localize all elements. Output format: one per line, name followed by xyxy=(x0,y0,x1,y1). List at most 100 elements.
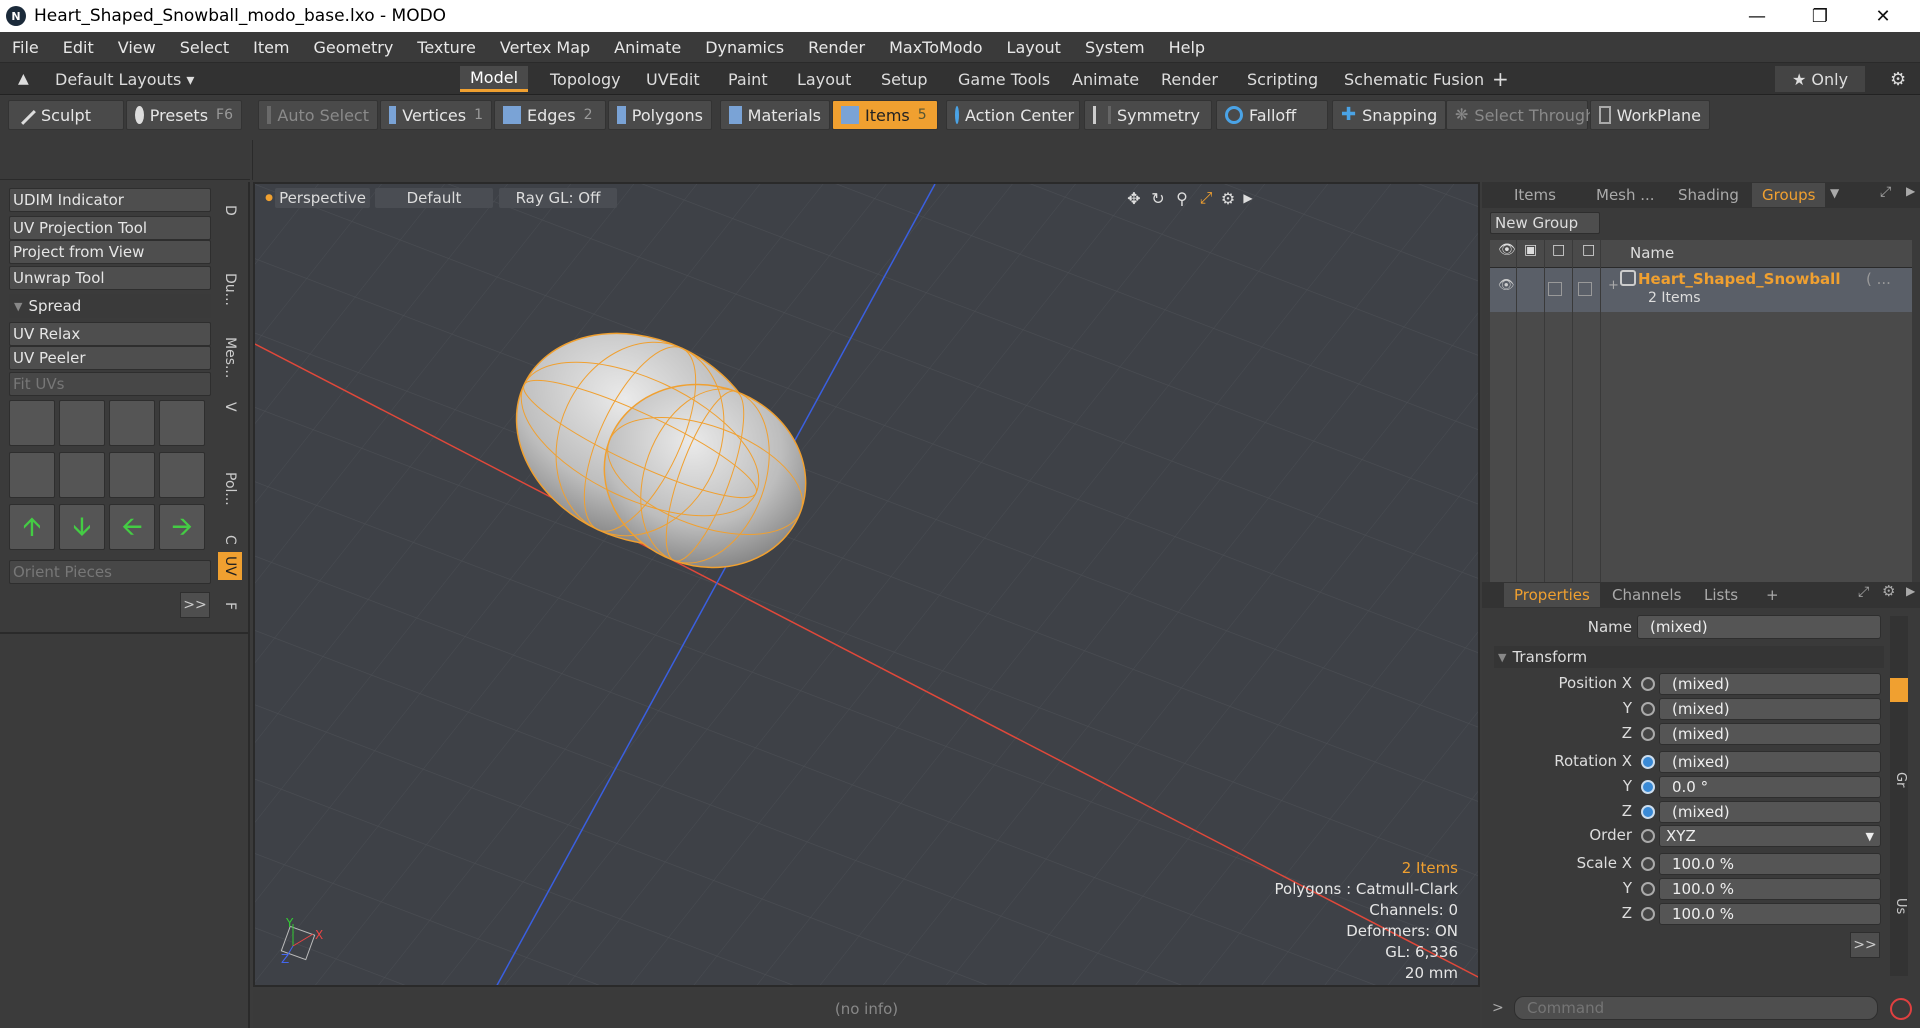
auto-select-button[interactable]: Auto Select xyxy=(258,100,378,130)
props-expand-icon[interactable]: ⤢ xyxy=(1858,584,1869,600)
unwrap-tool-button[interactable]: Unwrap Tool xyxy=(9,266,211,290)
vtab-d[interactable]: D xyxy=(218,190,242,230)
vertices-button[interactable]: Vertices 1 xyxy=(380,100,492,130)
polygons-button[interactable]: Polygons xyxy=(608,100,712,130)
more-button[interactable]: >> xyxy=(180,592,210,618)
scale-y-field[interactable]: 100.0 % xyxy=(1659,878,1881,900)
rotation-y-field[interactable]: 0.0 ° xyxy=(1659,776,1881,798)
position-z-anim-dot[interactable] xyxy=(1641,727,1655,741)
vtab-v[interactable]: V xyxy=(218,392,242,422)
pan-icon[interactable]: ✥ xyxy=(1123,188,1145,208)
position-z-field[interactable]: (mixed) xyxy=(1659,723,1881,745)
side-tab-us[interactable]: Us xyxy=(1890,898,1908,914)
vtab-poly[interactable]: Pol... xyxy=(218,464,242,514)
items-button[interactable]: Items 5 xyxy=(832,100,938,130)
menu-dynamics[interactable]: Dynamics xyxy=(693,38,796,57)
side-tab-gr[interactable]: Gr xyxy=(1890,772,1908,787)
group-row[interactable]: 👁 + Heart_Shaped_Snowball ( ... 2 Items xyxy=(1490,268,1912,312)
rotation-x-field[interactable]: (mixed) xyxy=(1659,751,1881,773)
spread-section[interactable]: ▼ Spread xyxy=(9,294,211,318)
viewport-gear-icon[interactable]: ⚙ xyxy=(1217,188,1239,208)
menu-item[interactable]: Item xyxy=(241,38,301,57)
add-tab-button[interactable]: + xyxy=(1756,583,1789,607)
add-tab-button[interactable]: + xyxy=(1482,66,1519,92)
tabs-dropdown-icon[interactable]: ▼ xyxy=(1830,186,1839,200)
tab-render[interactable]: Render xyxy=(1151,66,1228,92)
uv-pyramid-icon[interactable] xyxy=(109,452,155,498)
tab-channels[interactable]: Channels xyxy=(1602,583,1691,607)
tab-shading[interactable]: Shading xyxy=(1668,183,1749,207)
vtab-f[interactable]: F xyxy=(218,586,242,626)
tab-model[interactable]: Model xyxy=(460,66,529,92)
uv-cylinder-icon[interactable] xyxy=(59,400,105,446)
panel-expand-icon[interactable]: ⤢ xyxy=(1880,184,1891,200)
edges-button[interactable]: Edges 2 xyxy=(494,100,606,130)
snapping-button[interactable]: ✚ Snapping xyxy=(1332,100,1446,130)
menu-help[interactable]: Help xyxy=(1157,38,1217,57)
menu-system[interactable]: System xyxy=(1073,38,1157,57)
tab-layout[interactable]: Layout xyxy=(787,66,861,92)
uv-relax-button[interactable]: UV Relax xyxy=(9,322,211,346)
tab-schematic-fusion[interactable]: Schematic Fusion xyxy=(1334,66,1494,92)
props-gear-icon[interactable]: ⚙ xyxy=(1882,582,1895,600)
uv-grid-icon[interactable] xyxy=(159,452,205,498)
side-tab-active[interactable] xyxy=(1890,678,1908,702)
tab-animate[interactable]: Animate xyxy=(1062,66,1149,92)
arrow-left-icon[interactable]: 🡨 xyxy=(109,504,155,550)
orient-pieces-button[interactable]: Orient Pieces xyxy=(9,560,211,584)
select-through-button[interactable]: ❋ Select Through xyxy=(1446,100,1595,130)
command-input[interactable] xyxy=(1514,996,1878,1020)
tab-mesh[interactable]: Mesh ... xyxy=(1586,183,1665,207)
position-y-field[interactable]: (mixed) xyxy=(1659,698,1881,720)
scale-x-anim-dot[interactable] xyxy=(1641,857,1655,871)
arrow-right-icon[interactable]: 🡪 xyxy=(159,504,205,550)
udim-indicator-button[interactable]: UDIM Indicator xyxy=(9,188,211,212)
menu-file[interactable]: File xyxy=(0,38,51,57)
menu-texture[interactable]: Texture xyxy=(405,38,488,57)
menu-maxtomodo[interactable]: MaxToModo xyxy=(877,38,994,57)
tab-uvedit[interactable]: UVEdit xyxy=(636,66,710,92)
arrow-down-icon[interactable]: 🡫 xyxy=(59,504,105,550)
rotation-z-anim-dot[interactable] xyxy=(1641,805,1655,819)
fit-view-icon[interactable]: ⤢ xyxy=(1195,188,1217,208)
name-field[interactable]: (mixed) xyxy=(1637,615,1881,639)
menu-view[interactable]: View xyxy=(106,38,168,57)
uv-move-icon[interactable] xyxy=(109,400,155,446)
row-select-checkbox[interactable] xyxy=(1578,282,1592,296)
rotation-x-anim-dot[interactable] xyxy=(1641,755,1655,769)
shading-dropdown[interactable]: Default xyxy=(375,188,493,208)
menu-vertex-map[interactable]: Vertex Map xyxy=(488,38,602,57)
uv-peeler-button[interactable]: UV Peeler xyxy=(9,346,211,370)
vtab-uv[interactable]: UV xyxy=(218,552,242,580)
row-render-checkbox[interactable] xyxy=(1548,282,1562,296)
default-layouts-dropdown[interactable]: Default Layouts ▾ xyxy=(45,66,204,92)
position-y-anim-dot[interactable] xyxy=(1641,702,1655,716)
tab-lists[interactable]: Lists xyxy=(1694,583,1748,607)
row-eye-icon[interactable]: 👁 xyxy=(1498,278,1515,293)
order-select[interactable]: XYZ ▼ xyxy=(1659,825,1881,847)
viewport-menu-icon[interactable]: ● xyxy=(265,188,273,208)
falloff-button[interactable]: Falloff xyxy=(1216,100,1328,130)
tab-setup[interactable]: Setup xyxy=(871,66,938,92)
menu-layout[interactable]: Layout xyxy=(995,38,1073,57)
new-group-button[interactable]: New Group xyxy=(1490,212,1600,234)
only-toggle[interactable]: ★ Only xyxy=(1775,66,1865,92)
tab-topology[interactable]: Topology xyxy=(540,66,631,92)
symmetry-button[interactable]: Symmetry xyxy=(1084,100,1212,130)
uv-sphere-icon[interactable] xyxy=(9,452,55,498)
expand-icon[interactable]: + xyxy=(1608,278,1619,293)
arrow-up-icon[interactable]: 🡩 xyxy=(9,504,55,550)
fit-uvs-button[interactable]: Fit UVs xyxy=(9,372,211,396)
tab-scripting[interactable]: Scripting xyxy=(1237,66,1328,92)
panel-arrow-icon[interactable]: ▶ xyxy=(1906,184,1915,198)
perspective-dropdown[interactable]: Perspective xyxy=(275,188,370,208)
props-more-button[interactable]: >> xyxy=(1850,932,1880,958)
uv-box-icon[interactable] xyxy=(159,400,205,446)
presets-button[interactable]: Presets F6 xyxy=(126,100,242,130)
scale-x-field[interactable]: 100.0 % xyxy=(1659,853,1881,875)
groups-list[interactable] xyxy=(1490,240,1912,584)
materials-button[interactable]: Materials xyxy=(720,100,830,130)
scale-z-field[interactable]: 100.0 % xyxy=(1659,903,1881,925)
position-x-field[interactable]: (mixed) xyxy=(1659,673,1881,695)
uv-plane-icon[interactable] xyxy=(59,452,105,498)
